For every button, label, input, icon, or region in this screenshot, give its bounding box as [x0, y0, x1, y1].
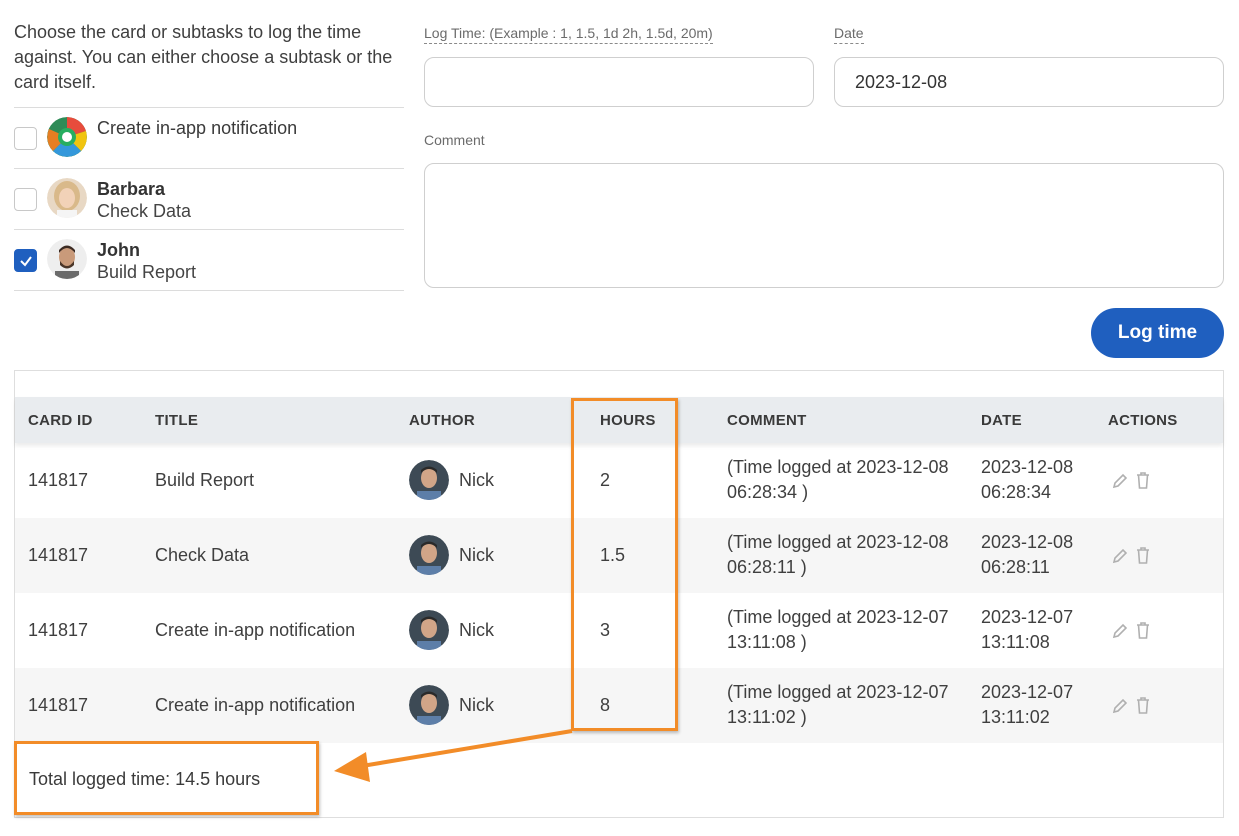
annotation-arrow — [334, 729, 573, 782]
